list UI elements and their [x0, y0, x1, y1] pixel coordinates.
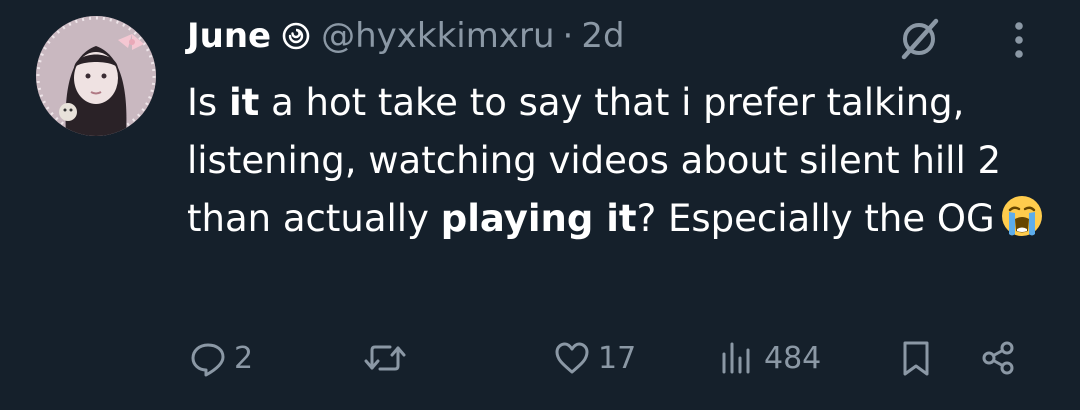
avatar-image: [36, 16, 156, 136]
tweet-header: June @hyxkkimxru · 2d: [187, 14, 625, 58]
tweet-text-part: ? Especially the OG: [636, 197, 995, 240]
tweet-text: Is it a hot take to say that i prefer ta…: [187, 74, 1047, 248]
loudly-crying-face-emoji-icon: [999, 193, 1045, 239]
bookmark-button[interactable]: [896, 338, 936, 378]
tweet-timestamp[interactable]: 2d: [581, 16, 624, 56]
tweet-card[interactable]: June @hyxkkimxru · 2d Is it a hot take t…: [0, 0, 1080, 410]
like-button[interactable]: 17: [552, 338, 636, 378]
retweet-button[interactable]: [362, 338, 414, 378]
bookmark-icon: [896, 338, 936, 378]
views-chart-icon: [718, 338, 758, 378]
tweet-text-part: Is: [187, 81, 229, 124]
like-count: 17: [598, 340, 637, 376]
grok-icon[interactable]: [896, 16, 942, 62]
share-button[interactable]: [978, 338, 1018, 378]
reply-icon: [188, 338, 228, 378]
reply-count: 2: [234, 340, 254, 376]
reply-button[interactable]: 2: [188, 338, 253, 378]
avatar[interactable]: [36, 16, 156, 136]
views-count: 484: [764, 340, 822, 376]
tweet-text-bold: playing it: [440, 197, 637, 240]
retweet-icon: [362, 338, 408, 378]
heart-icon: [552, 338, 592, 378]
share-icon: [978, 338, 1018, 378]
header-separator: ·: [562, 16, 574, 56]
spiral-icon: [281, 21, 311, 51]
views-button[interactable]: 484: [718, 338, 821, 378]
author-name[interactable]: June: [187, 16, 271, 56]
tweet-text-bold: it: [228, 81, 260, 124]
author-handle[interactable]: @hyxkkimxru: [321, 16, 554, 56]
tweet-actions: 2 17 484: [0, 330, 1080, 388]
more-options-icon[interactable]: [1004, 18, 1034, 62]
